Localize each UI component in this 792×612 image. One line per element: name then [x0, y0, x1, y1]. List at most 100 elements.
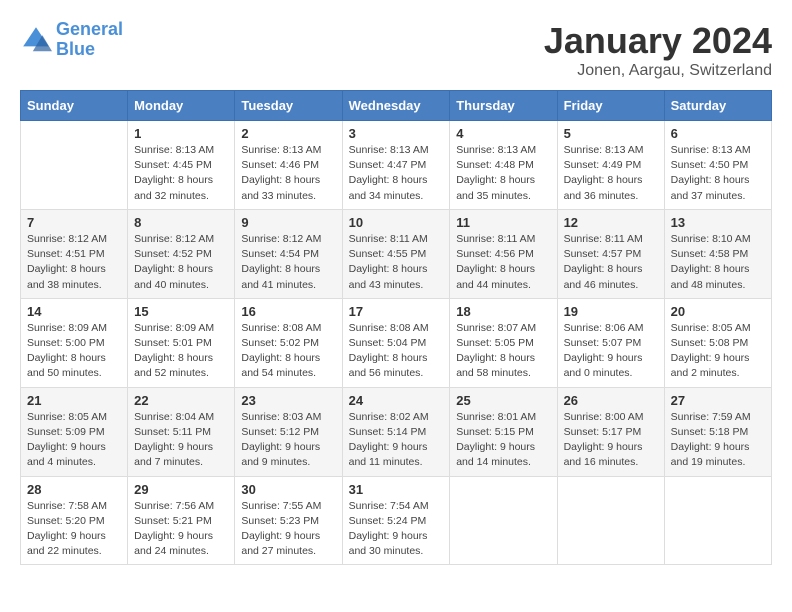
- header-row: SundayMondayTuesdayWednesdayThursdayFrid…: [21, 91, 772, 121]
- calendar-cell: [450, 476, 557, 565]
- calendar-cell: 24 Sunrise: 8:02 AMSunset: 5:14 PMDayligh…: [342, 387, 450, 476]
- logo-line1: General: [56, 19, 123, 39]
- calendar-cell: 8Sunrise: 8:12 AMSunset: 4:52 PMDaylight…: [128, 209, 235, 298]
- day-info: Sunrise: 8:07 AMSunset: 5:05 PMDaylight:…: [456, 321, 550, 382]
- month-title: January 2024: [544, 20, 772, 62]
- day-number: 30: [241, 482, 335, 497]
- logo-icon: [20, 24, 52, 56]
- day-info: Sunrise: 8:08 AMSunset: 5:02 PMDaylight:…: [241, 321, 335, 382]
- calendar-cell: 31 Sunrise: 7:54 AMSunset: 5:24 PMDayligh…: [342, 476, 450, 565]
- logo: General Blue: [20, 20, 123, 60]
- day-number: 9: [241, 215, 335, 230]
- day-info: Sunrise: 8:02 AMSunset: 5:14 PMDaylight:…: [349, 410, 444, 471]
- day-number: 22: [134, 393, 228, 408]
- day-number: 16: [241, 304, 335, 319]
- day-number: 27: [671, 393, 765, 408]
- day-number: 31: [349, 482, 444, 497]
- day-info: Sunrise: 8:08 AMSunset: 5:04 PMDaylight:…: [349, 321, 444, 382]
- day-number: 21: [27, 393, 121, 408]
- day-info: Sunrise: 8:09 AMSunset: 5:01 PMDaylight:…: [134, 321, 228, 382]
- week-row-5: 28 Sunrise: 7:58 AMSunset: 5:20 PMDayligh…: [21, 476, 772, 565]
- day-number: 2: [241, 126, 335, 141]
- calendar-cell: 15 Sunrise: 8:09 AMSunset: 5:01 PMDayligh…: [128, 298, 235, 387]
- day-info: Sunrise: 8:12 AMSunset: 4:54 PMDaylight:…: [241, 232, 335, 293]
- day-info: Sunrise: 8:11 AMSunset: 4:55 PMDaylight:…: [349, 232, 444, 293]
- calendar-cell: 9 Sunrise: 8:12 AMSunset: 4:54 PMDaylight…: [235, 209, 342, 298]
- calendar-cell: 11 Sunrise: 8:11 AMSunset: 4:56 PMDayligh…: [450, 209, 557, 298]
- calendar-cell: 20Sunrise: 8:05 AMSunset: 5:08 PMDayligh…: [664, 298, 771, 387]
- day-number: 6: [671, 126, 765, 141]
- day-number: 19: [564, 304, 658, 319]
- day-number: 26: [564, 393, 658, 408]
- day-info: Sunrise: 8:03 AMSunset: 5:12 PMDaylight:…: [241, 410, 335, 471]
- day-info: Sunrise: 8:12 AMSunset: 4:51 PMDaylight:…: [27, 232, 121, 293]
- calendar-cell: 17Sunrise: 8:08 AMSunset: 5:04 PMDayligh…: [342, 298, 450, 387]
- title-area: January 2024 Jonen, Aargau, Switzerland: [544, 20, 772, 80]
- day-info: Sunrise: 7:55 AMSunset: 5:23 PMDaylight:…: [241, 499, 335, 560]
- day-info: Sunrise: 8:05 AMSunset: 5:09 PMDaylight:…: [27, 410, 121, 471]
- calendar-cell: 21 Sunrise: 8:05 AMSunset: 5:09 PMDayligh…: [21, 387, 128, 476]
- day-info: Sunrise: 7:54 AMSunset: 5:24 PMDaylight:…: [349, 499, 444, 560]
- day-number: 23: [241, 393, 335, 408]
- day-info: Sunrise: 8:11 AMSunset: 4:56 PMDaylight:…: [456, 232, 550, 293]
- calendar-header: SundayMondayTuesdayWednesdayThursdayFrid…: [21, 91, 772, 121]
- week-row-2: 7 Sunrise: 8:12 AMSunset: 4:51 PMDaylight…: [21, 209, 772, 298]
- calendar-cell: 28 Sunrise: 7:58 AMSunset: 5:20 PMDayligh…: [21, 476, 128, 565]
- header-day-wednesday: Wednesday: [342, 91, 450, 121]
- day-number: 8: [134, 215, 228, 230]
- header-day-tuesday: Tuesday: [235, 91, 342, 121]
- day-number: 29: [134, 482, 228, 497]
- logo-text: General Blue: [56, 20, 123, 60]
- calendar-cell: 25 Sunrise: 8:01 AMSunset: 5:15 PMDayligh…: [450, 387, 557, 476]
- day-info: Sunrise: 8:13 AMSunset: 4:50 PMDaylight:…: [671, 143, 765, 204]
- day-number: 18: [456, 304, 550, 319]
- calendar-cell: 18 Sunrise: 8:07 AMSunset: 5:05 PMDayligh…: [450, 298, 557, 387]
- day-info: Sunrise: 7:59 AMSunset: 5:18 PMDaylight:…: [671, 410, 765, 471]
- calendar-cell: 19 Sunrise: 8:06 AMSunset: 5:07 PMDayligh…: [557, 298, 664, 387]
- calendar-cell: 30 Sunrise: 7:55 AMSunset: 5:23 PMDayligh…: [235, 476, 342, 565]
- calendar-cell: 1Sunrise: 8:13 AMSunset: 4:45 PMDaylight…: [128, 121, 235, 210]
- calendar-cell: [557, 476, 664, 565]
- day-number: 3: [349, 126, 444, 141]
- calendar-cell: 26 Sunrise: 8:00 AMSunset: 5:17 PMDayligh…: [557, 387, 664, 476]
- calendar-cell: 12 Sunrise: 8:11 AMSunset: 4:57 PMDayligh…: [557, 209, 664, 298]
- day-info: Sunrise: 8:01 AMSunset: 5:15 PMDaylight:…: [456, 410, 550, 471]
- header-day-friday: Friday: [557, 91, 664, 121]
- day-number: 7: [27, 215, 121, 230]
- day-number: 12: [564, 215, 658, 230]
- calendar-cell: 7 Sunrise: 8:12 AMSunset: 4:51 PMDaylight…: [21, 209, 128, 298]
- calendar-cell: 29Sunrise: 7:56 AMSunset: 5:21 PMDayligh…: [128, 476, 235, 565]
- day-info: Sunrise: 8:04 AMSunset: 5:11 PMDaylight:…: [134, 410, 228, 471]
- calendar-body: 1Sunrise: 8:13 AMSunset: 4:45 PMDaylight…: [21, 121, 772, 565]
- day-info: Sunrise: 8:13 AMSunset: 4:47 PMDaylight:…: [349, 143, 444, 204]
- day-number: 24: [349, 393, 444, 408]
- day-number: 11: [456, 215, 550, 230]
- week-row-4: 21 Sunrise: 8:05 AMSunset: 5:09 PMDayligh…: [21, 387, 772, 476]
- day-number: 25: [456, 393, 550, 408]
- day-info: Sunrise: 8:11 AMSunset: 4:57 PMDaylight:…: [564, 232, 658, 293]
- day-info: Sunrise: 8:13 AMSunset: 4:49 PMDaylight:…: [564, 143, 658, 204]
- day-number: 13: [671, 215, 765, 230]
- calendar-cell: 5Sunrise: 8:13 AMSunset: 4:49 PMDaylight…: [557, 121, 664, 210]
- header-day-saturday: Saturday: [664, 91, 771, 121]
- calendar-cell: 22 Sunrise: 8:04 AMSunset: 5:11 PMDayligh…: [128, 387, 235, 476]
- calendar-cell: 27 Sunrise: 7:59 AMSunset: 5:18 PMDayligh…: [664, 387, 771, 476]
- header-day-monday: Monday: [128, 91, 235, 121]
- day-info: Sunrise: 8:00 AMSunset: 5:17 PMDaylight:…: [564, 410, 658, 471]
- logo-line2: Blue: [56, 39, 95, 59]
- calendar-cell: 2Sunrise: 8:13 AMSunset: 4:46 PMDaylight…: [235, 121, 342, 210]
- calendar-cell: 10Sunrise: 8:11 AMSunset: 4:55 PMDayligh…: [342, 209, 450, 298]
- day-number: 4: [456, 126, 550, 141]
- calendar-cell: 14Sunrise: 8:09 AMSunset: 5:00 PMDayligh…: [21, 298, 128, 387]
- day-info: Sunrise: 8:13 AMSunset: 4:45 PMDaylight:…: [134, 143, 228, 204]
- day-info: Sunrise: 8:06 AMSunset: 5:07 PMDaylight:…: [564, 321, 658, 382]
- day-number: 28: [27, 482, 121, 497]
- location-subtitle: Jonen, Aargau, Switzerland: [544, 62, 772, 80]
- day-info: Sunrise: 7:58 AMSunset: 5:20 PMDaylight:…: [27, 499, 121, 560]
- calendar-cell: 6 Sunrise: 8:13 AMSunset: 4:50 PMDaylight…: [664, 121, 771, 210]
- calendar-cell: [664, 476, 771, 565]
- calendar-cell: [21, 121, 128, 210]
- calendar-cell: 3 Sunrise: 8:13 AMSunset: 4:47 PMDaylight…: [342, 121, 450, 210]
- day-number: 15: [134, 304, 228, 319]
- header: General Blue January 2024 Jonen, Aargau,…: [20, 20, 772, 80]
